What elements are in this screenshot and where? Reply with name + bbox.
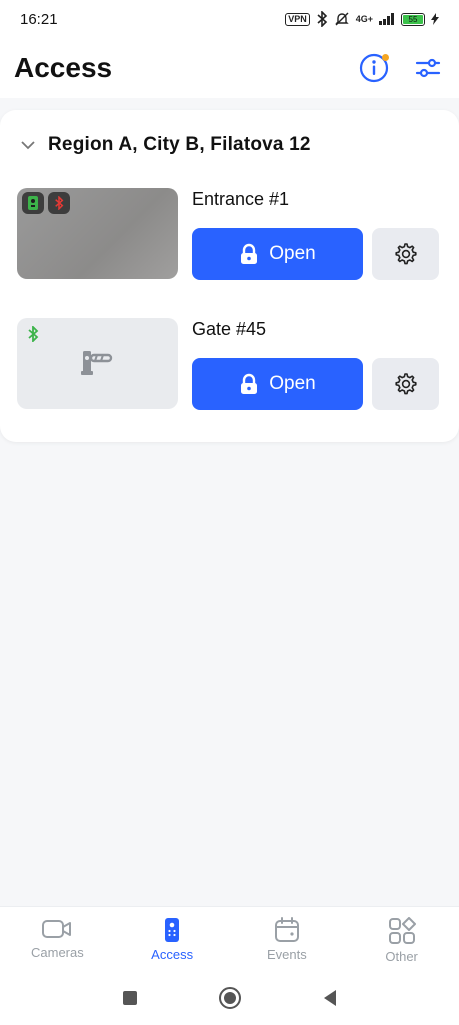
open-button[interactable]: Open xyxy=(192,228,363,280)
recents-button[interactable] xyxy=(122,990,138,1006)
home-button[interactable] xyxy=(218,986,242,1010)
filter-sliders-icon xyxy=(415,58,441,78)
intercom-icon xyxy=(28,196,38,210)
device-settings-button[interactable] xyxy=(372,228,439,280)
filter-button[interactable] xyxy=(411,51,445,85)
camera-icon xyxy=(42,920,72,938)
chevron-down-icon xyxy=(21,141,35,150)
device-name: Entrance #1 xyxy=(192,189,290,209)
nav-label: Events xyxy=(267,947,307,962)
charging-icon xyxy=(431,13,439,25)
status-time: 16:21 xyxy=(20,10,58,28)
device-row: Entrance #1 Open xyxy=(17,188,442,280)
lock-icon xyxy=(241,243,258,264)
gear-icon xyxy=(394,373,417,395)
open-button-label: Open xyxy=(269,373,316,394)
nav-label: Other xyxy=(385,949,418,964)
status-bar: 16:21 VPN 4G+ 55 xyxy=(0,0,459,38)
bluetooth-icon xyxy=(55,196,64,210)
open-button-label: Open xyxy=(269,243,316,264)
apps-icon xyxy=(388,917,416,944)
barrier-icon xyxy=(81,351,113,375)
intercom-badge xyxy=(22,192,44,214)
network-type: 4G+ xyxy=(355,14,373,24)
vpn-icon: VPN xyxy=(285,12,310,26)
nav-cameras[interactable]: Cameras xyxy=(0,907,115,970)
bluetooth-status-icon xyxy=(317,11,327,27)
remote-icon xyxy=(165,918,180,942)
nav-events[interactable]: Events xyxy=(230,907,345,970)
region-header[interactable]: Region A, City B, Filatova 12 xyxy=(20,134,311,156)
notification-dot xyxy=(382,54,389,61)
device-name: Gate #45 xyxy=(192,319,267,339)
nav-other[interactable]: Other xyxy=(344,907,459,970)
calendar-icon xyxy=(274,917,299,942)
battery-icon: 55 xyxy=(401,12,425,26)
nav-access[interactable]: Access xyxy=(115,907,230,970)
signal-icon xyxy=(379,13,394,25)
bluetooth-badge xyxy=(48,192,70,214)
bottom-nav: Cameras Access Events Other xyxy=(0,906,459,970)
gear-icon xyxy=(394,243,417,265)
region-label: Region A, City B, Filatova 12 xyxy=(48,134,311,155)
open-button[interactable]: Open xyxy=(192,358,363,410)
gate-thumbnail[interactable] xyxy=(17,318,178,409)
muted-bell-icon xyxy=(335,12,349,26)
nav-label: Access xyxy=(151,947,194,962)
bluetooth-icon xyxy=(28,326,39,342)
camera-thumbnail[interactable] xyxy=(17,188,178,279)
address-card: Region A, City B, Filatova 12 Entrance #… xyxy=(0,110,459,442)
system-icons: VPN 4G+ 55 xyxy=(285,11,439,27)
nav-label: Cameras xyxy=(31,945,84,960)
system-nav-bar xyxy=(0,970,459,1025)
device-settings-button[interactable] xyxy=(372,358,439,410)
info-button[interactable] xyxy=(357,51,391,85)
app-bar: Access xyxy=(0,38,459,98)
back-button[interactable] xyxy=(322,989,338,1007)
device-row: Gate #45 Open xyxy=(17,318,442,410)
page-title: Access xyxy=(14,52,113,83)
lock-icon xyxy=(241,373,258,394)
